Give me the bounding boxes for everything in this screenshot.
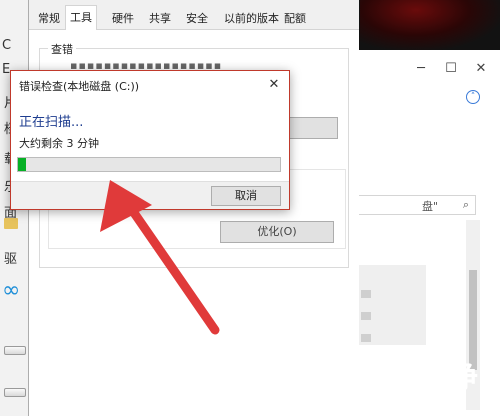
drive-icon[interactable] (4, 346, 26, 355)
scan-status: 正在扫描... (19, 115, 84, 130)
error-check-dialog: 错误检查(本地磁盘 (C:)) ✕ 正在扫描... 大约剩余 3 分钟 取消 (10, 70, 290, 210)
watermark-logo-icon (311, 357, 367, 409)
list-item (361, 334, 371, 342)
watermark-name: 爱纯净 (382, 360, 481, 395)
tab-tools[interactable]: 工具 (65, 5, 97, 31)
list-item (361, 312, 371, 320)
tab-previous-versions[interactable]: 以前的版本 (219, 8, 284, 30)
tab-security[interactable]: 安全 (181, 8, 213, 30)
dialog-titlebar: 错误检查(本地磁盘 (C:)) ✕ (11, 71, 289, 99)
link-icon[interactable]: ∞ (2, 278, 28, 304)
watermark-url: aichunjing.com (378, 394, 459, 408)
group-label: 查错 (48, 41, 76, 57)
time-remaining: 大约剩余 3 分钟 (19, 137, 99, 150)
nav-fragment[interactable]: E (2, 62, 10, 77)
tab-sharing[interactable]: 共享 (144, 8, 176, 30)
folder-icon (4, 218, 18, 229)
dialog-footer: 取消 (11, 181, 289, 209)
tab-bar: 常规 工具 硬件 共享 安全 以前的版本 配额 (29, 0, 359, 31)
nav-fragment[interactable]: 驱 (4, 248, 17, 267)
drive-icon[interactable] (4, 388, 26, 397)
optimize-button[interactable]: 优化(O) (220, 221, 334, 243)
nav-fragment[interactable]: C (2, 38, 11, 53)
search-text: 盘" (422, 200, 439, 213)
tab-quota[interactable]: 配额 (279, 8, 311, 30)
content-panel (356, 265, 426, 345)
progress-fill (18, 158, 26, 171)
maximize-icon[interactable]: ☐ (436, 60, 466, 78)
list-item (361, 290, 371, 298)
chevron-up-icon[interactable]: ˄ (466, 90, 480, 104)
dialog-title: 错误检查(本地磁盘 (C:)) (19, 80, 140, 93)
minimize-icon[interactable]: ─ (406, 60, 436, 78)
wallpaper-glow (360, 0, 500, 50)
progress-bar (17, 157, 281, 172)
tab-hardware[interactable]: 硬件 (107, 8, 139, 30)
cancel-button[interactable]: 取消 (211, 186, 281, 206)
tab-general[interactable]: 常规 (33, 8, 65, 30)
search-icon: ⌕ (462, 198, 469, 211)
watermark: 爱纯净 aichunjing.com (306, 350, 500, 416)
close-icon[interactable]: ✕ (466, 60, 496, 78)
close-icon[interactable]: ✕ (265, 76, 283, 94)
